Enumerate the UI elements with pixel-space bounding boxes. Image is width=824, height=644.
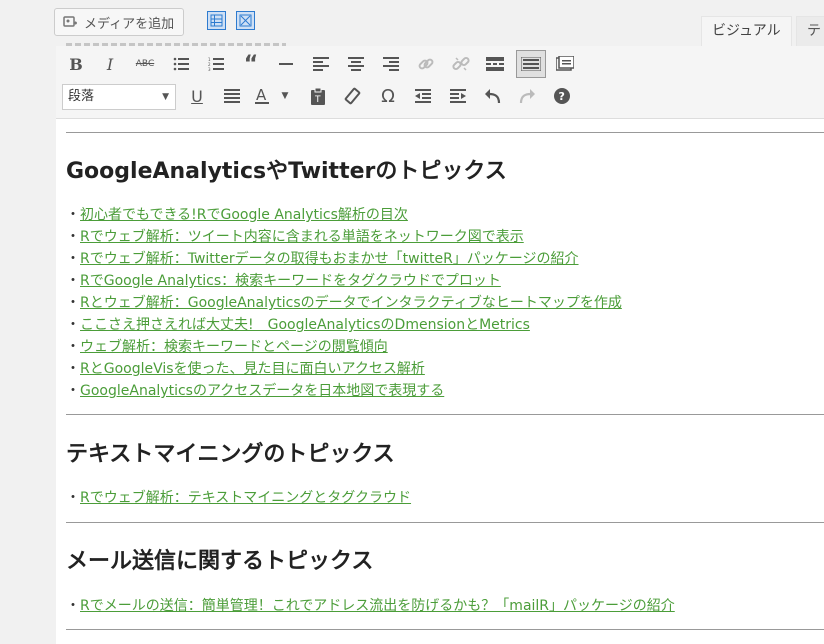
bullet-list-icon[interactable] xyxy=(167,50,195,78)
text-color-icon[interactable]: A xyxy=(253,82,277,110)
strikethrough-icon[interactable]: ABC xyxy=(131,50,159,78)
list-item: ・ウェブ解析：検索キーワードとページの閲覧傾向 xyxy=(66,339,388,355)
indent-icon[interactable] xyxy=(444,82,472,110)
fullscreen-icon[interactable] xyxy=(551,50,579,78)
chevron-down-icon: ▼ xyxy=(162,92,169,102)
add-media-icon xyxy=(63,15,79,29)
article-link[interactable]: Rでウェブ解析：Twitterデータの取得もおまかせ「twitteR」パッケージ… xyxy=(80,251,579,267)
align-left-icon[interactable] xyxy=(307,50,335,78)
undo-icon[interactable] xyxy=(479,82,507,110)
plugin-shortcode-icon[interactable] xyxy=(236,11,255,30)
article-link[interactable]: ここさえ押さえれば大丈夫! GoogleAnalyticsのDmensionとM… xyxy=(80,317,530,333)
list-item: ・RでGoogle Analytics：検索キーワードをタグクラウドでプロット xyxy=(66,273,501,289)
section-heading: GoogleAnalyticsやTwitterのトピックス xyxy=(66,159,507,184)
insert-link-icon[interactable] xyxy=(412,50,440,78)
toolbar-row-2: 段落 ▼ U A ▼ T Ω ? xyxy=(56,82,824,114)
justify-icon[interactable] xyxy=(218,82,246,110)
horizontal-line-icon[interactable] xyxy=(272,50,300,78)
section-heading: メール送信に関するトピックス xyxy=(66,549,374,574)
paste-as-text-icon[interactable]: T xyxy=(304,82,332,110)
svg-text:T: T xyxy=(314,95,321,105)
svg-text:A: A xyxy=(256,87,267,104)
plugin-table-icon[interactable] xyxy=(207,11,226,30)
list-item: ・初心者でもできる!RでGoogle Analytics解析の目次 xyxy=(66,207,408,223)
article-link[interactable]: GoogleAnalyticsのアクセスデータを日本地図で表現する xyxy=(80,383,444,399)
article-link[interactable]: ウェブ解析：検索キーワードとページの閲覧傾向 xyxy=(80,339,388,355)
add-media-button[interactable]: メディアを追加 xyxy=(54,8,185,36)
list-item: ・GoogleAnalyticsのアクセスデータを日本地図で表現する xyxy=(66,383,445,399)
italic-icon[interactable]: I xyxy=(96,50,124,78)
special-character-icon[interactable]: Ω xyxy=(374,82,402,110)
list-item: ・Rでウェブ解析：Twitterデータの取得もおまかせ「twitteR」パッケー… xyxy=(66,251,579,267)
tab-text[interactable]: テ xyxy=(796,16,824,46)
article-link[interactable]: 初心者でもできる!RでGoogle Analytics解析の目次 xyxy=(80,207,408,223)
numbered-list-icon[interactable]: 123 xyxy=(202,50,230,78)
bold-icon[interactable]: B xyxy=(62,50,90,78)
read-more-icon[interactable] xyxy=(481,50,509,78)
outdent-icon[interactable] xyxy=(409,82,437,110)
article-link[interactable]: Rとウェブ解析：GoogleAnalyticsのデータでインタラクティブなヒート… xyxy=(80,295,622,311)
divider xyxy=(66,522,824,523)
article-link[interactable]: Rでウェブ解析：テキストマイニングとタグクラウド xyxy=(80,490,411,506)
redo-icon[interactable] xyxy=(513,82,541,110)
list-item: ・RとGoogleVisを使った、見た目に面白いアクセス解析 xyxy=(66,361,425,377)
section-heading: テキストマイニングのトピックス xyxy=(66,442,395,467)
clear-formatting-icon[interactable] xyxy=(339,82,367,110)
tab-visual[interactable]: ビジュアル xyxy=(701,16,792,46)
unlink-icon[interactable] xyxy=(447,50,475,78)
list-item: ・Rでメールの送信：簡単管理！これでアドレス流出を防げるかも？「mailR」パッ… xyxy=(66,598,675,614)
article-link[interactable]: Rでウェブ解析：ツイート内容に含まれる単語をネットワーク図で表示 xyxy=(80,229,524,245)
align-center-icon[interactable] xyxy=(342,50,370,78)
article-link[interactable]: RとGoogleVisを使った、見た目に面白いアクセス解析 xyxy=(80,361,425,377)
list-item: ・Rとウェブ解析：GoogleAnalyticsのデータでインタラクティブなヒー… xyxy=(66,295,622,311)
svg-text:3: 3 xyxy=(208,67,211,71)
editor-content[interactable]: GoogleAnalyticsやTwitterのトピックス ・初心者でもできる!… xyxy=(56,119,824,644)
editor-toolbar: B I ABC 123 “ 段落 ▼ U A ▼ T Ω ? xyxy=(56,46,824,119)
format-select[interactable]: 段落 ▼ xyxy=(62,84,176,110)
toolbar-toggle-icon[interactable] xyxy=(516,50,546,78)
list-item: ・Rでウェブ解析：テキストマイニングとタグクラウド xyxy=(66,490,412,506)
format-select-value: 段落 xyxy=(68,89,95,104)
divider xyxy=(66,629,824,630)
svg-text:?: ? xyxy=(559,90,565,103)
article-link[interactable]: RでGoogle Analytics：検索キーワードをタグクラウドでプロット xyxy=(80,273,501,289)
list-item: ・Rでウェブ解析：ツイート内容に含まれる単語をネットワーク図で表示 xyxy=(66,229,524,245)
article-link[interactable]: Rでメールの送信：簡単管理！これでアドレス流出を防げるかも？「mailR」パッケ… xyxy=(80,598,675,614)
help-icon[interactable]: ? xyxy=(548,82,576,110)
toolbar-row-1: B I ABC 123 “ xyxy=(56,50,824,82)
blockquote-icon[interactable]: “ xyxy=(237,50,265,78)
list-item: ・ここさえ押さえれば大丈夫! GoogleAnalyticsのDmensionと… xyxy=(66,317,530,333)
divider xyxy=(66,414,824,415)
editor-topbar: メディアを追加 ビジュアル テ xyxy=(0,0,824,47)
underline-icon[interactable]: U xyxy=(183,82,211,110)
divider xyxy=(66,132,824,133)
add-media-label: メディアを追加 xyxy=(84,16,175,32)
align-right-icon[interactable] xyxy=(377,50,405,78)
text-color-chevron-icon[interactable]: ▼ xyxy=(278,82,292,110)
